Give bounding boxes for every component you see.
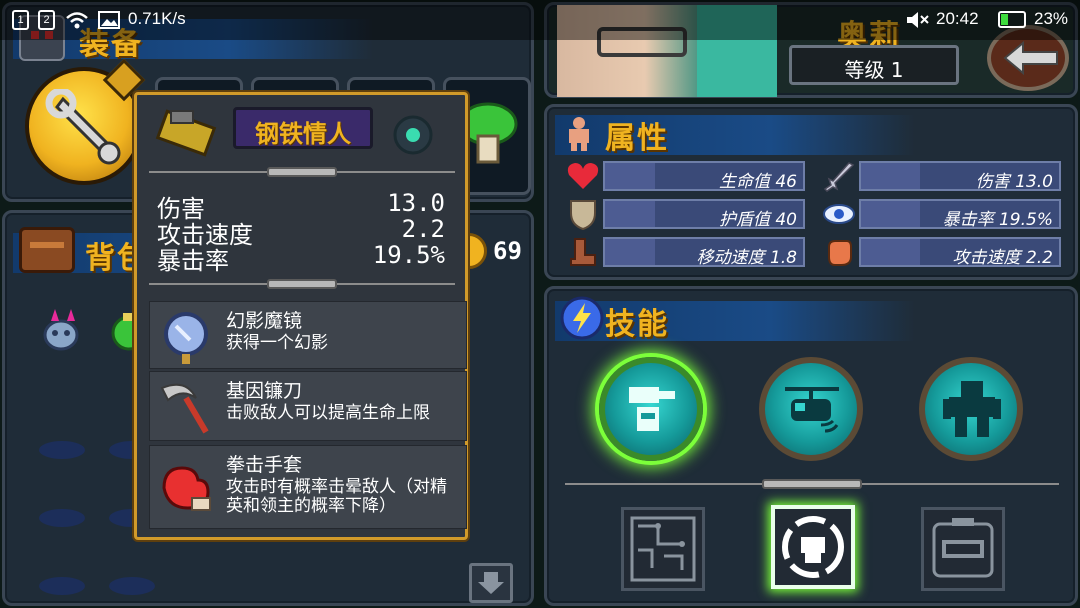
- skill-slot-1[interactable]: [599, 357, 703, 461]
- attr-label: 移动速度 1.8: [696, 248, 797, 268]
- cannon-arm-icon: [155, 109, 217, 157]
- wrench-icon: [45, 89, 121, 165]
- attr-label: 攻击速度 2.2: [952, 248, 1053, 268]
- boxing-glove-icon: [162, 466, 211, 511]
- item-tooltip: 钢铁情人 伤害 13.0 攻击速度 2.2 暴击率 19.5% 幻影魔镜 获得一…: [134, 92, 468, 540]
- backpack-slot[interactable]: [39, 509, 85, 527]
- attr-shield: 护盾值 40: [561, 197, 811, 231]
- network-speed: 0.71K/s: [128, 9, 186, 28]
- divider: [149, 167, 455, 177]
- stat-label-crit: 暴击率: [157, 247, 229, 275]
- status-bar: 1 2 0.71K/s 20:42 23%: [0, 0, 1080, 40]
- effect-name: 基因镰刀: [226, 380, 303, 402]
- coin-count: 69: [493, 237, 522, 265]
- backpack-item-1[interactable]: [37, 305, 85, 353]
- attr-label: 暴击率 19.5%: [942, 210, 1053, 230]
- body-icon: [569, 117, 589, 151]
- mech-robot-icon: [943, 381, 1001, 437]
- backpack-icon: [19, 227, 75, 273]
- level-box: 等级 1: [789, 45, 959, 85]
- back-arrow-icon: [1003, 41, 1058, 75]
- boot-icon: [570, 238, 596, 266]
- attr-label: 生命值 46: [718, 172, 797, 192]
- scythe-icon: [160, 383, 209, 434]
- time-bomb-icon: [932, 518, 994, 578]
- sim2-icon: 2: [38, 10, 55, 30]
- arrow-down-icon: [478, 572, 504, 594]
- effect-desc: 获得一个幻影: [226, 333, 328, 353]
- clock: 20:42: [936, 9, 979, 28]
- backpack-slot[interactable]: [109, 577, 155, 595]
- item-name-plate: 钢铁情人: [233, 107, 373, 149]
- divider: [149, 279, 455, 289]
- attributes-title: 属性: [605, 121, 669, 156]
- skill-chip-1[interactable]: [621, 507, 705, 591]
- attr-damage: 伤害 13.0: [817, 159, 1067, 193]
- attr-health: 生命值 46: [561, 159, 811, 193]
- backpack-slot[interactable]: [39, 441, 85, 459]
- drone-gear-icon: [782, 516, 844, 578]
- skill-chip-2[interactable]: [771, 505, 855, 589]
- effect-name: 幻影魔镜: [226, 310, 303, 332]
- skill-slot-2[interactable]: [759, 357, 863, 461]
- effect-item: 幻影魔镜 获得一个幻影: [149, 301, 467, 369]
- battery-icon: [998, 11, 1026, 28]
- item-preview-left: [151, 101, 221, 163]
- effect-desc: 击败敌人可以提高生命上限: [226, 403, 430, 423]
- sword-icon: [823, 162, 855, 192]
- image-icon: [98, 11, 120, 29]
- sim1-icon: 1: [12, 10, 29, 30]
- effect-item: 拳击手套 攻击时有概率击晕敌人（对精英和领主的概率下降）: [149, 445, 467, 529]
- item-preview-right: [383, 109, 453, 159]
- heart-icon: [567, 163, 599, 189]
- mute-icon: [907, 12, 929, 28]
- skills-panel: 技能: [544, 286, 1078, 606]
- skill-slot-3[interactable]: [919, 357, 1023, 461]
- stat-value-crit: 19.5%: [372, 241, 445, 269]
- skill-chip-3[interactable]: [921, 507, 1005, 591]
- wifi-icon: [66, 12, 88, 29]
- attributes-panel: 属性 生命值 46 伤害 13.0 护盾值 40 暴击率 19.5% 移动速度 …: [544, 104, 1078, 280]
- divider: [565, 479, 1059, 489]
- attr-label: 护盾值 40: [718, 210, 797, 230]
- level-text: 等级 1: [844, 58, 904, 82]
- lightning-orb-icon: [560, 296, 604, 340]
- battery-level: 23%: [1034, 9, 1069, 28]
- attr-crit: 暴击率 19.5%: [817, 197, 1067, 231]
- mirror-icon: [164, 312, 208, 364]
- effect-name: 拳击手套: [226, 454, 303, 476]
- scroll-down-button[interactable]: [469, 563, 513, 603]
- attr-move-speed: 移动速度 1.8: [561, 235, 811, 269]
- effect-desc: 攻击时有概率击晕敌人（对精英和领主的概率下降）: [226, 477, 447, 516]
- effect-item: 基因镰刀 击败敌人可以提高生命上限: [149, 371, 467, 441]
- stat-value-damage: 13.0: [387, 189, 445, 217]
- backpack-slot[interactable]: [39, 577, 85, 595]
- circuit-board-icon: [630, 516, 696, 582]
- skills-title: 技能: [605, 307, 669, 342]
- attr-label: 伤害 13.0: [975, 172, 1053, 192]
- turret-icon: [629, 387, 675, 431]
- helicopter-icon: [785, 387, 839, 433]
- item-name: 钢铁情人: [255, 120, 351, 148]
- horned-skull-icon: [43, 309, 79, 351]
- mech-arm-icon: [393, 115, 433, 155]
- eye-icon: [823, 204, 855, 224]
- fist-icon: [828, 240, 852, 266]
- stat-value-attack-speed: 2.2: [401, 215, 445, 243]
- shield-icon: [570, 200, 596, 231]
- attr-attack-speed: 攻击速度 2.2: [817, 235, 1067, 269]
